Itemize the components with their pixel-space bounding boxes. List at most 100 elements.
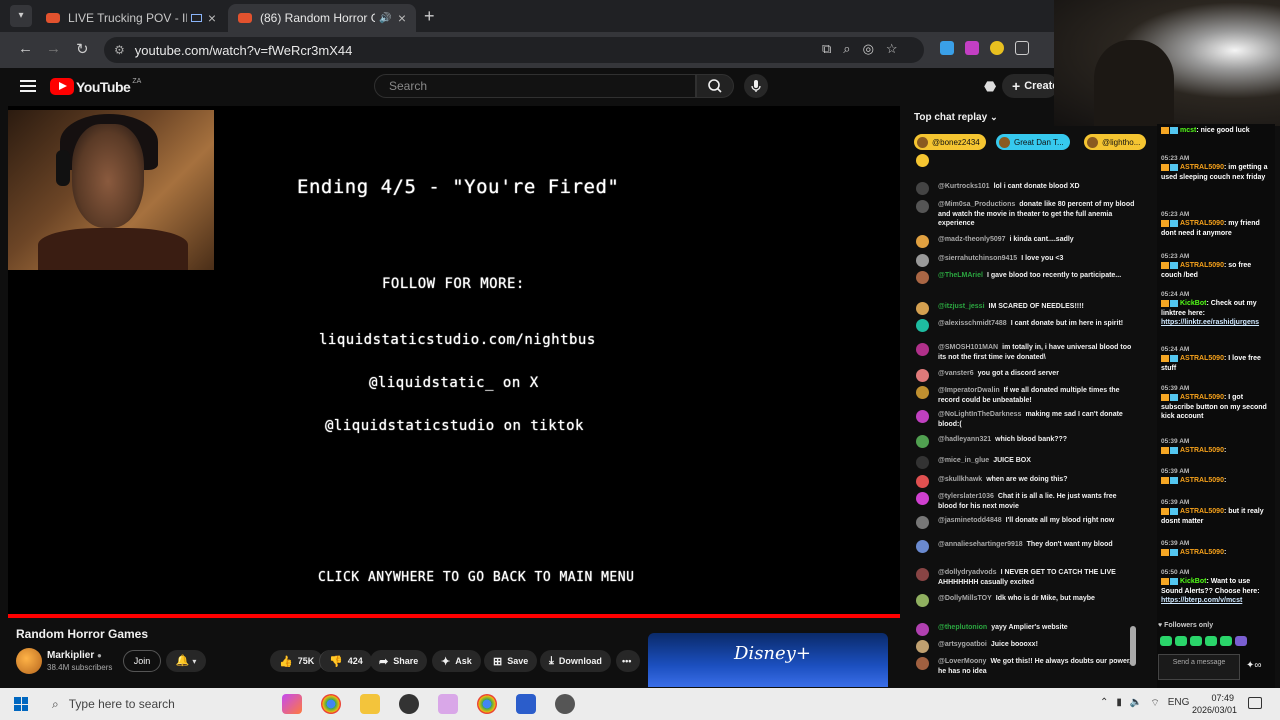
youtube-logo[interactable]: YouTube ZA bbox=[50, 78, 141, 95]
kick-author[interactable]: ASTRAL5090 bbox=[1180, 508, 1224, 515]
back-icon[interactable]: ← bbox=[18, 40, 33, 57]
search-button[interactable] bbox=[696, 74, 734, 98]
dislike-button[interactable]: 👎 424 bbox=[319, 650, 372, 672]
like-button[interactable]: 👍 75K bbox=[270, 650, 324, 672]
disney-ad[interactable]: Disney+ bbox=[648, 633, 888, 687]
emote-icon[interactable] bbox=[1235, 636, 1247, 646]
menu-icon[interactable] bbox=[20, 80, 36, 95]
subscribed-bell-button[interactable]: 🔔 ▾ bbox=[166, 650, 206, 672]
video-player[interactable]: Ending 4/5 - "You're Fired" FOLLOW FOR M… bbox=[8, 106, 900, 618]
tab-search-button[interactable]: ▾ bbox=[10, 5, 32, 27]
kick-author[interactable]: ASTRAL5090 bbox=[1180, 262, 1224, 269]
share-button[interactable]: ➦ Share bbox=[370, 650, 428, 672]
chat-avatar[interactable] bbox=[916, 343, 929, 356]
file-explorer-icon[interactable] bbox=[360, 694, 380, 714]
emote-icon[interactable] bbox=[1220, 636, 1232, 646]
emote-icon[interactable] bbox=[1205, 636, 1217, 646]
obs-icon[interactable] bbox=[399, 694, 419, 714]
kick-author[interactable]: ASTRAL5090 bbox=[1180, 477, 1224, 484]
language-indicator[interactable]: ENG bbox=[1168, 697, 1190, 710]
chat-avatar[interactable] bbox=[916, 475, 929, 488]
chat-avatar[interactable] bbox=[916, 623, 929, 636]
eye-off-icon[interactable]: ◎ bbox=[863, 41, 874, 57]
emote-icon[interactable] bbox=[1160, 636, 1172, 646]
chat-avatar[interactable] bbox=[916, 386, 929, 399]
audio-playing-icon[interactable]: 🔊 bbox=[379, 13, 391, 24]
cast-icon[interactable]: ⬣ bbox=[984, 78, 996, 95]
chat-author[interactable]: @tylerslater1036 bbox=[938, 493, 994, 500]
chat-author[interactable]: @dollydryadvods bbox=[938, 569, 997, 576]
more-actions-button[interactable]: ••• bbox=[616, 650, 640, 672]
extension-icon[interactable] bbox=[965, 41, 979, 55]
ask-button[interactable]: ✦ Ask bbox=[432, 650, 481, 672]
chat-author[interactable]: @DollyMillsTOY bbox=[938, 595, 992, 602]
chat-avatar[interactable] bbox=[916, 435, 929, 448]
chat-scrollbar[interactable] bbox=[1130, 160, 1136, 670]
forward-icon[interactable]: → bbox=[46, 40, 61, 57]
chrome-icon[interactable] bbox=[477, 694, 497, 714]
close-tab-icon[interactable]: × bbox=[398, 10, 406, 26]
chat-avatar[interactable] bbox=[916, 492, 929, 505]
create-button[interactable]: + Create bbox=[1002, 74, 1058, 98]
chevron-up-icon[interactable]: ⌃ bbox=[1100, 697, 1108, 710]
chat-avatar[interactable] bbox=[916, 369, 929, 382]
kick-author[interactable]: KickBot bbox=[1180, 578, 1206, 585]
chat-author[interactable]: @madz-theonly5097 bbox=[938, 236, 1006, 243]
chat-author[interactable]: @TheLMAriel bbox=[938, 272, 983, 279]
reload-icon[interactable]: ↻ bbox=[76, 40, 89, 58]
chat-avatar[interactable] bbox=[916, 540, 929, 553]
send-message-input[interactable]: Send a message bbox=[1158, 654, 1240, 680]
chat-author[interactable]: @skullkhawk bbox=[938, 476, 982, 483]
chat-author[interactable]: @itzjust_jessi bbox=[938, 303, 985, 310]
kick-link[interactable]: https://linktr.ee/rashidjurgens bbox=[1161, 318, 1273, 327]
chat-avatar[interactable] bbox=[916, 516, 929, 529]
windows-start-icon[interactable] bbox=[14, 697, 28, 711]
channel-avatar[interactable] bbox=[16, 648, 42, 674]
chat-avatar[interactable] bbox=[916, 319, 929, 332]
pinned-donation[interactable]: @bonez2434 bbox=[914, 134, 986, 150]
chrome-icon[interactable] bbox=[321, 694, 341, 714]
join-button[interactable]: Join bbox=[123, 650, 161, 672]
chat-avatar[interactable] bbox=[916, 254, 929, 267]
tab-live-trucking[interactable]: LIVE Trucking POV - IRL | Hu × bbox=[36, 4, 226, 32]
zoom-icon[interactable]: ⌕ bbox=[843, 41, 850, 57]
chat-avatar[interactable] bbox=[916, 568, 929, 581]
chat-avatar[interactable] bbox=[916, 410, 929, 423]
chat-author[interactable]: @theplutonion bbox=[938, 624, 987, 631]
chat-author[interactable]: @annaliesehartinger9918 bbox=[938, 541, 1023, 548]
chat-avatar[interactable] bbox=[916, 235, 929, 248]
new-tab-button[interactable]: + bbox=[424, 6, 435, 27]
kick-author[interactable]: ASTRAL5090 bbox=[1180, 549, 1224, 556]
copilot-icon[interactable] bbox=[282, 694, 302, 714]
chat-author[interactable]: @hadleyann321 bbox=[938, 436, 991, 443]
chat-author[interactable]: @Kurtrocks101 bbox=[938, 183, 990, 190]
chat-avatar[interactable] bbox=[916, 456, 929, 469]
chat-author[interactable]: @vanster6 bbox=[938, 370, 974, 377]
kick-author[interactable]: mcst bbox=[1180, 127, 1196, 134]
chat-avatar[interactable] bbox=[916, 302, 929, 315]
chat-avatar[interactable] bbox=[916, 640, 929, 653]
chat-mode-dropdown[interactable]: Top chat replay ⌄ bbox=[914, 112, 998, 123]
tab-random-horror[interactable]: (86) Random Horror Games 🔊 × bbox=[228, 4, 416, 32]
chat-avatar[interactable] bbox=[916, 657, 929, 670]
chat-author[interactable]: @artsygoatboi bbox=[938, 641, 987, 648]
kick-author[interactable]: ASTRAL5090 bbox=[1180, 164, 1224, 171]
network-icon[interactable]: ⌔ bbox=[1150, 697, 1159, 710]
word-icon[interactable] bbox=[516, 694, 536, 714]
chat-author[interactable]: @SMOSH101MAN bbox=[938, 344, 998, 351]
pinned-donation[interactable]: @lightho... bbox=[1084, 134, 1147, 150]
bookmark-star-icon[interactable]: ☆ bbox=[886, 41, 898, 57]
taskbar-search[interactable]: ⌕ Type here to search bbox=[48, 690, 268, 718]
notifications-icon[interactable] bbox=[1248, 697, 1262, 709]
chat-avatar[interactable] bbox=[916, 182, 929, 195]
emote-icon[interactable] bbox=[1190, 636, 1202, 646]
app-icon[interactable] bbox=[555, 694, 575, 714]
chat-author[interactable]: @sierrahutchinson9415 bbox=[938, 255, 1017, 262]
scrollbar-thumb[interactable] bbox=[1130, 626, 1136, 666]
extension-icon[interactable] bbox=[940, 41, 954, 55]
chat-avatar[interactable] bbox=[916, 154, 929, 167]
battery-icon[interactable]: ▮ bbox=[1116, 697, 1122, 710]
chat-author[interactable]: @Mim0sa_Productions bbox=[938, 201, 1015, 208]
search-input[interactable]: Search bbox=[374, 74, 696, 98]
emote-icon[interactable] bbox=[1175, 636, 1187, 646]
